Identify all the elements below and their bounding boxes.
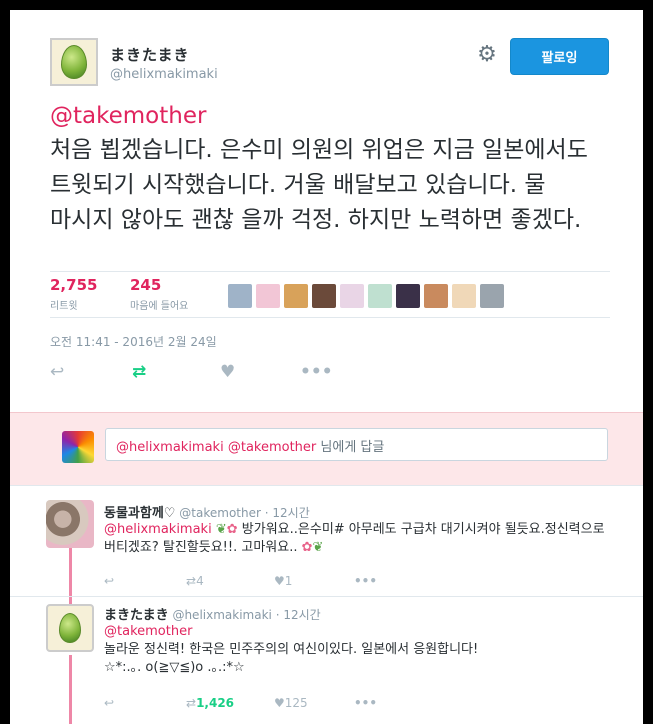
reply-author-name[interactable]: 동물과함께♡ (104, 506, 175, 521)
reply-icon[interactable]: ↩ (104, 574, 114, 588)
author-handle[interactable]: @helixmakimaki (110, 67, 218, 82)
reply-avatar[interactable] (46, 604, 94, 652)
reply-retweet-count: 4 (196, 574, 204, 588)
reply-actions: ↩ ⇄ 4 ♥ 1 ••• (104, 574, 404, 594)
tweet-timestamp[interactable]: 오전 11:41 - 2016년 2월 24일 (50, 333, 217, 350)
more-icon[interactable]: ••• (354, 696, 377, 710)
reply-text: @takemother 놀라운 정신력! 한국은 민주주의의 여신이있다. 일본… (104, 623, 614, 677)
reply-composer: @helixmakimaki @takemother 님에게 답글 (10, 412, 643, 486)
retweet-count: 2,755 (50, 276, 98, 294)
reply-retweet-count: 1,426 (196, 696, 235, 710)
flower-emoji-icon: ✿ (301, 540, 313, 555)
retweet-icon[interactable]: ⇄ 1,426 (186, 696, 234, 710)
divider (50, 271, 610, 272)
reply-icon[interactable]: ↩ (50, 362, 64, 382)
tweet-actions: ↩ ⇄ ♥ ••• (50, 362, 350, 386)
liker-avatar[interactable] (284, 284, 308, 308)
current-user-avatar (62, 431, 94, 463)
egg-avatar-icon (61, 45, 87, 79)
author-name[interactable]: まきたまき (110, 44, 190, 65)
liker-avatar[interactable] (368, 284, 392, 308)
reply-body-line: 놀라운 정신력! 한국은 민주주의의 여신이있다. 일본에서 응원합니다! (104, 642, 479, 657)
liker-avatar[interactable] (312, 284, 336, 308)
reply-author-handle[interactable]: @helixmakimaki (172, 608, 271, 622)
leaf-emoji-icon: ❦ (312, 540, 324, 555)
reply-time[interactable]: · 12시간 (276, 608, 321, 622)
reply-mention-1: @helixmakimaki (116, 440, 224, 455)
reply-header: まきたまき @helixmakimaki · 12시간 (104, 604, 321, 623)
liker-avatars (228, 284, 504, 308)
reply-input[interactable]: @helixmakimaki @takemother 님에게 답글 (105, 428, 608, 461)
liker-avatar[interactable] (396, 284, 420, 308)
tweet-permalink-overlay: まきたまき @helixmakimaki ⚙ 팔로잉 @takemother 처… (10, 10, 643, 724)
like-stat[interactable]: 245 마음에 들어요 (130, 276, 188, 312)
reply-suffix: 님에게 답글 (320, 440, 385, 455)
thread-line (69, 655, 72, 724)
reply-tweet[interactable]: 동물과함께♡ @takemother · 12시간 @helixmakimaki… (10, 486, 643, 596)
reply-header: 동물과함께♡ @takemother · 12시간 (104, 502, 310, 521)
reply-mention[interactable]: @takemother (104, 623, 614, 641)
reply-tweet[interactable]: まきたまき @helixmakimaki · 12시간 @takemother … (10, 596, 643, 724)
reply-avatar[interactable] (46, 500, 94, 548)
reply-like-count: 125 (284, 696, 308, 710)
retweet-icon[interactable]: ⇄ (132, 362, 146, 382)
like-count: 245 (130, 276, 162, 294)
reply-time[interactable]: · 12시간 (265, 506, 310, 520)
reply-text: @helixmakimaki ❦✿ 방가워요..은수미# 아무레도 구급차 대기… (104, 521, 614, 557)
flower-emoji-icon: ✿ (226, 522, 238, 537)
reply-author-handle[interactable]: @takemother (179, 506, 261, 520)
divider (50, 317, 610, 318)
reply-icon[interactable]: ↩ (104, 696, 114, 710)
reply-mention[interactable]: @helixmakimaki (104, 522, 212, 537)
retweet-stat[interactable]: 2,755 리트윗 (50, 276, 97, 312)
following-button[interactable]: 팔로잉 (510, 38, 609, 75)
egg-avatar-icon (59, 613, 81, 643)
reply-like-count: 1 (284, 574, 293, 588)
author-avatar[interactable] (50, 38, 98, 86)
heart-icon[interactable]: ♥ 1 (274, 574, 292, 588)
tweet-text: 처음 뵙겠습니다. 은수미 의원의 위업은 지금 일본에서도 트윗되기 시작했습… (50, 137, 588, 233)
tweet-mention[interactable]: @takemother (50, 103, 206, 129)
liker-avatar[interactable] (340, 284, 364, 308)
retweet-label: 리트윗 (50, 301, 78, 312)
retweet-icon[interactable]: ⇄ 4 (186, 574, 204, 588)
liker-avatar[interactable] (256, 284, 280, 308)
liker-avatar[interactable] (452, 284, 476, 308)
more-icon[interactable]: ••• (300, 362, 333, 382)
liker-avatar[interactable] (228, 284, 252, 308)
more-icon[interactable]: ••• (354, 574, 377, 588)
heart-icon[interactable]: ♥ (220, 362, 235, 382)
reply-actions: ↩ ⇄ 1,426 ♥ 125 ••• (104, 696, 404, 716)
leaf-emoji-icon: ❦ (215, 522, 227, 537)
reply-mention-2: @takemother (227, 440, 317, 455)
like-label: 마음에 들어요 (130, 301, 189, 312)
heart-icon[interactable]: ♥ 125 (274, 696, 308, 710)
reply-body-line: ☆*:.｡. o(≧▽≦)o .｡.:*☆ (104, 660, 245, 675)
gear-icon[interactable]: ⚙ (476, 44, 498, 66)
liker-avatar[interactable] (480, 284, 504, 308)
liker-avatar[interactable] (424, 284, 448, 308)
reply-author-name[interactable]: まきたまき (104, 608, 169, 623)
